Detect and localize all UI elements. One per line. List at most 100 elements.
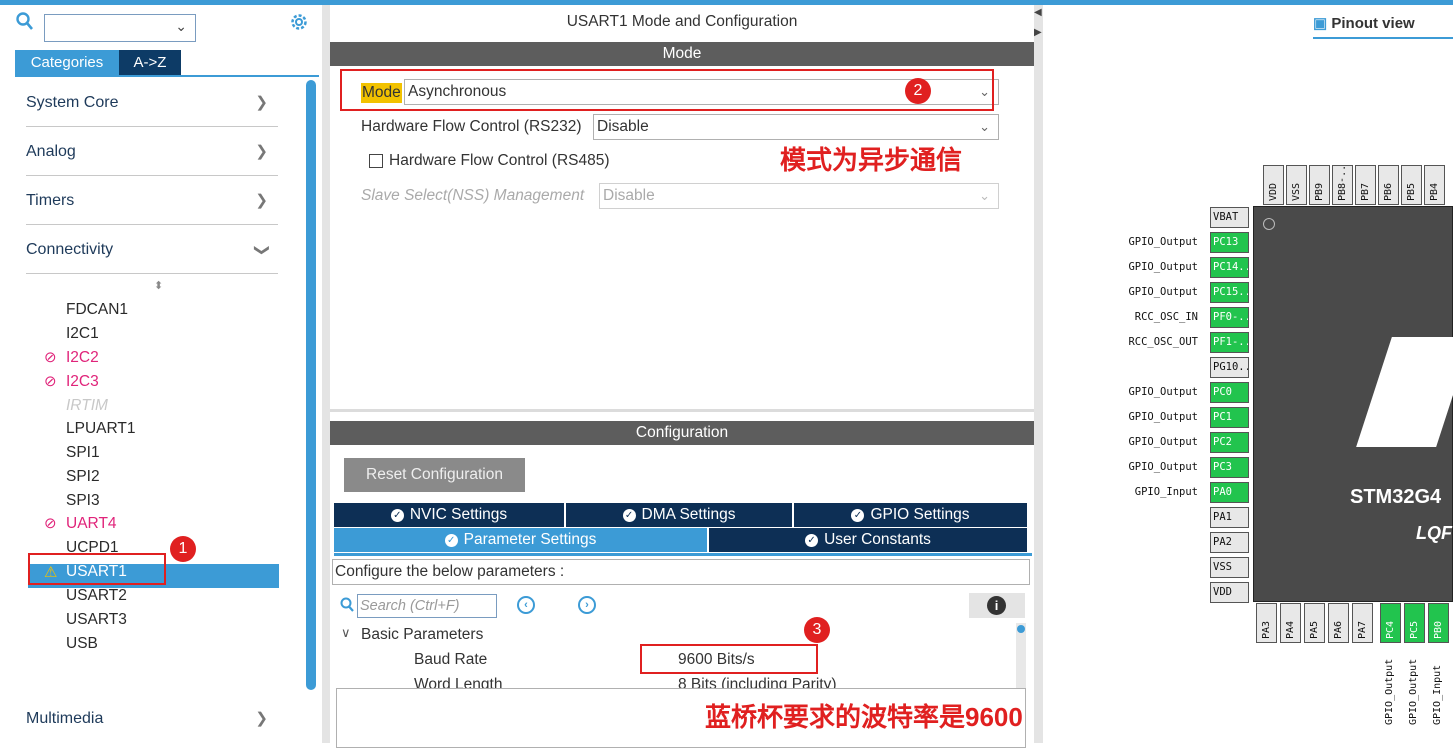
chip-pin[interactable]: PA2 bbox=[1210, 532, 1249, 553]
check-circle-icon: ✓ bbox=[444, 534, 458, 547]
next-match-icon[interactable]: › bbox=[578, 596, 596, 614]
chip-pin[interactable]: PC15.. bbox=[1210, 282, 1249, 303]
pin-signal-label: GPIO_Output bbox=[1128, 261, 1198, 273]
category-search-combo[interactable]: ⌄ bbox=[44, 14, 196, 42]
check-circle-icon: ✓ bbox=[390, 509, 404, 522]
chip-pin[interactable]: VSS bbox=[1286, 165, 1307, 205]
chevron-down-icon[interactable]: ⌄ bbox=[175, 18, 187, 35]
reset-configuration-button[interactable]: Reset Configuration bbox=[344, 458, 525, 492]
chip-pin[interactable]: PC4 bbox=[1380, 603, 1401, 643]
collapse-right-icon[interactable]: ▶ bbox=[1034, 27, 1042, 38]
chip-pin[interactable]: PC0 bbox=[1210, 382, 1249, 403]
tab-parameter-settings[interactable]: ✓ Parameter Settings bbox=[334, 528, 707, 552]
chip-pin[interactable]: PG10.. bbox=[1210, 357, 1249, 378]
tab-label: GPIO Settings bbox=[870, 506, 970, 523]
gear-icon[interactable] bbox=[289, 12, 309, 36]
search-icon bbox=[340, 597, 354, 617]
chevron-right-icon: ❯ bbox=[255, 710, 268, 727]
parameter-search-input[interactable]: Search (Ctrl+F) bbox=[357, 594, 497, 618]
peripheral-item[interactable]: USART3 bbox=[66, 610, 127, 630]
tab-user-constants[interactable]: ✓ User Constants bbox=[709, 528, 1027, 552]
pinout-view-tab[interactable]: ▣ Pinout view bbox=[1313, 14, 1453, 32]
chip-pin[interactable]: PB6 bbox=[1378, 165, 1399, 205]
chip-pin[interactable]: PB7 bbox=[1355, 165, 1376, 205]
category-label: Connectivity bbox=[26, 241, 114, 258]
chip-pin[interactable]: PB8-.. bbox=[1332, 165, 1353, 205]
left-scrollbar[interactable] bbox=[306, 80, 316, 690]
split-divider[interactable] bbox=[330, 409, 1034, 412]
chip-body[interactable]: STM32G4 LQF bbox=[1253, 206, 1453, 602]
chip-pin[interactable]: PB5 bbox=[1401, 165, 1422, 205]
peripheral-item[interactable]: I2C1 bbox=[66, 324, 99, 344]
category-label: Analog bbox=[26, 143, 76, 160]
sort-icon[interactable]: ⬍ bbox=[154, 279, 163, 292]
peripheral-item[interactable]: I2C2 bbox=[66, 348, 99, 368]
peripheral-item[interactable]: I2C3 bbox=[66, 372, 99, 392]
peripheral-item[interactable]: USB bbox=[66, 634, 98, 654]
rs485-checkbox[interactable] bbox=[369, 154, 383, 168]
tab-categories[interactable]: Categories bbox=[15, 50, 119, 75]
chip-pin[interactable]: PA6 bbox=[1328, 603, 1349, 643]
chip-pin[interactable]: PC2 bbox=[1210, 432, 1249, 453]
annotation-badge-3: 3 bbox=[804, 617, 830, 643]
chip-pin[interactable]: VDD bbox=[1210, 582, 1249, 603]
chip-icon: ▣ bbox=[1313, 15, 1328, 32]
panel-divider[interactable] bbox=[322, 5, 330, 743]
collapse-left-icon[interactable]: ◀ bbox=[1034, 7, 1042, 18]
chip-pin[interactable]: PA5 bbox=[1304, 603, 1325, 643]
chip-pin[interactable]: PB9 bbox=[1309, 165, 1330, 205]
tab-gpio-settings[interactable]: ✓ GPIO Settings bbox=[794, 503, 1027, 527]
chip-pin[interactable]: VSS bbox=[1210, 557, 1249, 578]
peripheral-item[interactable]: UART4 bbox=[66, 514, 117, 534]
peripheral-item[interactable]: USART2 bbox=[66, 586, 127, 606]
peripheral-item[interactable]: IRTIM bbox=[66, 396, 108, 416]
chip-pin[interactable]: PC3 bbox=[1210, 457, 1249, 478]
basic-parameters-group[interactable]: Basic Parameters bbox=[361, 626, 483, 644]
chip-pin[interactable]: PA1 bbox=[1210, 507, 1249, 528]
search-icon[interactable] bbox=[16, 12, 34, 37]
chip-pin[interactable]: PA0 bbox=[1210, 482, 1249, 503]
word-length-value[interactable]: 8 Bits (including Parity) bbox=[678, 676, 837, 688]
chip-pin[interactable]: PF0-.. bbox=[1210, 307, 1249, 328]
chip-pin[interactable]: PA3 bbox=[1256, 603, 1277, 643]
peripheral-item[interactable]: SPI2 bbox=[66, 467, 100, 487]
chevron-down-icon[interactable]: ∨ bbox=[341, 625, 351, 641]
param-scrollbar[interactable] bbox=[1016, 623, 1026, 689]
chip-pin[interactable]: PB0 bbox=[1428, 603, 1449, 643]
mode-config-panel: USART1 Mode and Configuration Mode Mode … bbox=[330, 5, 1034, 748]
chip-pin[interactable]: PF1-.. bbox=[1210, 332, 1249, 353]
tab-nvic-settings[interactable]: ✓ NVIC Settings bbox=[334, 503, 564, 527]
category-system-core[interactable]: System Core ❯ bbox=[26, 79, 278, 127]
chip-pin[interactable]: VBAT bbox=[1210, 207, 1249, 228]
panel-divider[interactable]: ◀ ▶ bbox=[1034, 5, 1043, 743]
previous-match-icon[interactable]: ‹ bbox=[517, 596, 535, 614]
chip-pin[interactable]: PC13 bbox=[1210, 232, 1249, 253]
peripheral-item[interactable]: SPI3 bbox=[66, 491, 100, 511]
category-connectivity[interactable]: Connectivity ❯ bbox=[26, 226, 278, 274]
chip-pin[interactable]: PA4 bbox=[1280, 603, 1301, 643]
chip-pin[interactable]: PA7 bbox=[1352, 603, 1373, 643]
chip-pin[interactable]: PC1 bbox=[1210, 407, 1249, 428]
chip-pin[interactable]: PC5 bbox=[1404, 603, 1425, 643]
category-analog[interactable]: Analog ❯ bbox=[26, 128, 278, 176]
peripheral-item[interactable]: FDCAN1 bbox=[66, 300, 128, 320]
pin-signal-label: GPIO_Output bbox=[1128, 236, 1198, 248]
info-button[interactable]: i bbox=[969, 593, 1025, 618]
category-timers[interactable]: Timers ❯ bbox=[26, 177, 278, 225]
annotation-box-mode bbox=[340, 69, 994, 111]
chip-pin[interactable]: PB4 bbox=[1424, 165, 1445, 205]
category-multimedia[interactable]: Multimedia ❯ bbox=[26, 695, 278, 743]
peripheral-item[interactable]: SPI1 bbox=[66, 443, 100, 463]
hw-flow-rs232-select[interactable]: Disable ⌄ bbox=[593, 114, 999, 140]
tab-a-to-z[interactable]: A->Z bbox=[119, 50, 181, 75]
chip-pin[interactable]: VDD bbox=[1263, 165, 1284, 205]
slave-select-label: Slave Select(NSS) Management bbox=[361, 187, 585, 204]
tab-label: DMA Settings bbox=[641, 506, 736, 523]
chip-pin[interactable]: PC14.. bbox=[1210, 257, 1249, 278]
baud-rate-label: Baud Rate bbox=[414, 651, 488, 668]
pin-name: VDD bbox=[1268, 182, 1279, 201]
tab-dma-settings[interactable]: ✓ DMA Settings bbox=[566, 503, 792, 527]
slave-select-select[interactable]: Disable ⌄ bbox=[599, 183, 999, 209]
info-icon: i bbox=[987, 596, 1006, 615]
peripheral-item[interactable]: LPUART1 bbox=[66, 419, 136, 439]
